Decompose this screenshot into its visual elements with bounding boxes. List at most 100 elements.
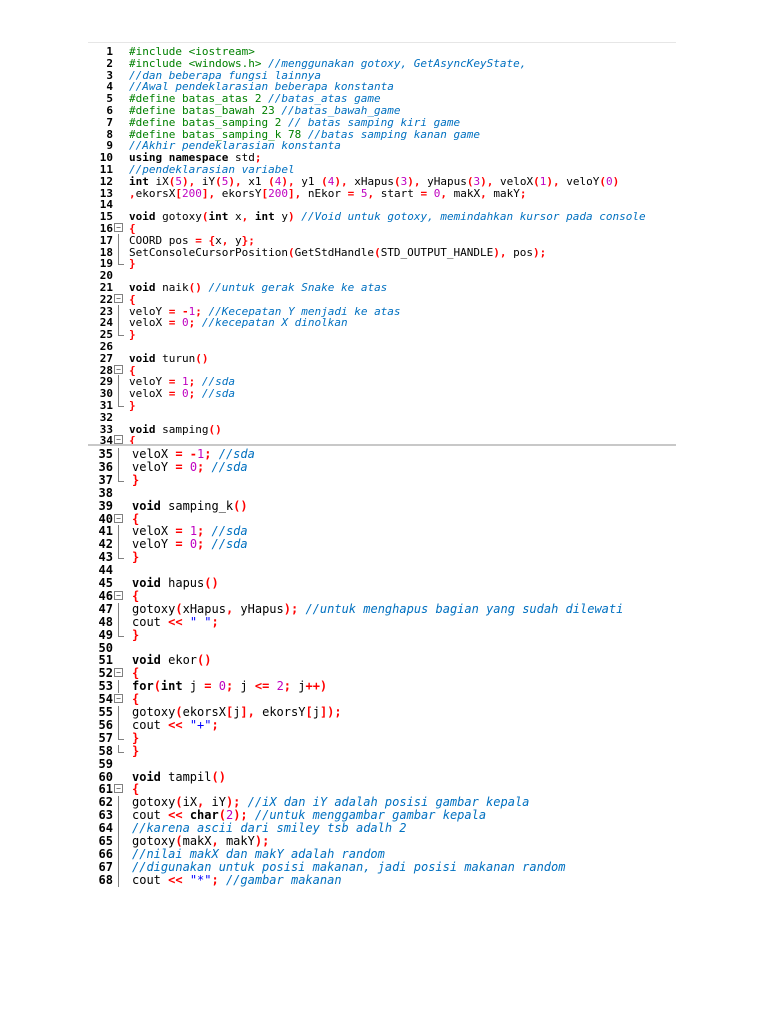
code-token: char bbox=[189, 808, 219, 823]
fold-toggle-icon[interactable]: − bbox=[114, 668, 123, 678]
fold-guide bbox=[118, 538, 119, 552]
code-line[interactable]: 48 cout << " "; bbox=[88, 614, 676, 629]
fold-toggle-icon[interactable]: − bbox=[114, 364, 123, 374]
code-token: , bbox=[197, 795, 212, 810]
code-token: int bbox=[160, 679, 190, 694]
code-token: 0 bbox=[189, 459, 198, 474]
code-text: } bbox=[132, 743, 140, 758]
code-line[interactable]: 60 void tampil() bbox=[88, 769, 676, 784]
code-line[interactable]: 37} bbox=[88, 473, 676, 487]
code-token: () bbox=[204, 576, 219, 590]
code-line[interactable]: 53 for(int j = 0; j <= 2; j++) bbox=[88, 680, 676, 694]
code-token: ; bbox=[225, 679, 241, 694]
code-token: ( bbox=[175, 834, 183, 848]
code-token: //karena ascii dari smiley tsb adalh 2 bbox=[132, 821, 407, 836]
code-token: gotoxy bbox=[132, 705, 176, 719]
code-token: //sda bbox=[211, 524, 248, 539]
code-token: //sda bbox=[218, 447, 255, 461]
code-line[interactable]: 39 void samping_k() bbox=[88, 498, 676, 513]
code-token: ; bbox=[197, 537, 212, 552]
code-token: ; bbox=[283, 679, 299, 694]
code-token: j bbox=[189, 679, 205, 694]
code-token: 1 bbox=[189, 524, 198, 539]
fold-guide bbox=[118, 706, 119, 719]
code-token: hapus bbox=[168, 576, 205, 590]
code-panel-top: 1 #include <iostream> 2 #include <windows.h… bbox=[88, 42, 676, 447]
fold-toggle-icon[interactable]: − bbox=[114, 513, 123, 523]
code-token: //nilai makX dan makY adalah random bbox=[132, 846, 385, 861]
code-token: ], bbox=[240, 705, 263, 719]
code-token: { bbox=[132, 511, 140, 526]
code-token: ( bbox=[175, 795, 183, 810]
code-token: ); bbox=[233, 808, 255, 823]
line-number: 56 bbox=[98, 717, 113, 732]
code-token: ); bbox=[283, 601, 306, 616]
code-token: //sda bbox=[211, 537, 248, 552]
code-token: = bbox=[204, 679, 219, 694]
fold-guide bbox=[118, 615, 119, 629]
line-number: 58 bbox=[98, 743, 113, 758]
code-line[interactable]: 36 veloY = 0; //sda bbox=[88, 459, 676, 474]
code-token: ]); bbox=[319, 705, 342, 719]
fold-toggle-icon[interactable]: − bbox=[114, 590, 123, 600]
code-text: void samping_k() bbox=[132, 498, 248, 513]
code-line[interactable]: 68 cout << "*"; //gambar makanan bbox=[88, 872, 676, 887]
code-line[interactable]: 43} bbox=[88, 551, 676, 564]
code-text: cout << "*"; //gambar makanan bbox=[132, 872, 342, 887]
code-token: ( bbox=[175, 601, 183, 616]
code-token: 0 bbox=[189, 537, 198, 552]
fold-guide bbox=[118, 448, 119, 461]
fold-end-marker bbox=[118, 473, 124, 482]
code-token: yHapus bbox=[240, 601, 284, 616]
code-token: ekorsY bbox=[262, 705, 306, 719]
code-token: cout bbox=[132, 614, 169, 629]
code-token: } bbox=[132, 743, 140, 758]
code-token: veloY bbox=[132, 537, 176, 552]
fold-end-marker bbox=[118, 628, 124, 637]
fold-end-marker bbox=[118, 551, 124, 560]
code-token: samping_k bbox=[168, 498, 234, 513]
code-token: ( bbox=[153, 679, 161, 694]
fold-toggle-icon[interactable]: − bbox=[114, 293, 123, 303]
code-line[interactable]: 51 void ekor() bbox=[88, 654, 676, 667]
code-token: ekor bbox=[168, 653, 198, 668]
code-token: veloY bbox=[132, 459, 176, 474]
code-token: } bbox=[132, 627, 140, 642]
code-line[interactable]: 42 veloY = 0; //sda bbox=[88, 537, 676, 552]
fold-guide bbox=[118, 525, 119, 539]
code-token: gotoxy bbox=[132, 601, 176, 616]
fold-guide bbox=[118, 680, 119, 694]
code-text: void tampil() bbox=[132, 769, 226, 784]
line-number: 67 bbox=[98, 859, 113, 874]
fold-toggle-icon[interactable]: − bbox=[114, 784, 123, 794]
code-token: [ bbox=[305, 705, 313, 719]
code-text: } bbox=[132, 627, 140, 642]
fold-end-marker bbox=[118, 731, 124, 740]
code-line[interactable]: 56 cout << "+"; bbox=[88, 717, 676, 732]
code-token: for bbox=[132, 679, 154, 694]
code-token: ( bbox=[218, 808, 226, 823]
fold-toggle-icon[interactable]: − bbox=[114, 694, 123, 704]
code-token: ; bbox=[204, 447, 219, 461]
code-token: j bbox=[312, 705, 320, 719]
code-token: () bbox=[211, 769, 226, 784]
fold-toggle-icon[interactable]: − bbox=[114, 223, 123, 232]
code-line[interactable]: 49} bbox=[88, 627, 676, 642]
line-number: 36 bbox=[98, 459, 113, 474]
code-token: iX bbox=[182, 795, 198, 810]
code-line[interactable]: 45 void hapus() bbox=[88, 577, 676, 590]
code-token: veloX bbox=[132, 447, 176, 461]
code-text: for(int j = 0; j <= 2; j++) bbox=[132, 680, 327, 693]
code-token: cout bbox=[132, 808, 169, 823]
code-token: ; bbox=[211, 872, 226, 887]
line-number: 68 bbox=[98, 872, 113, 887]
code-token: "+" bbox=[189, 717, 212, 732]
line-number: 46 bbox=[98, 588, 113, 603]
code-token: iY bbox=[211, 795, 226, 810]
fold-guide bbox=[118, 847, 119, 861]
code-token: void bbox=[132, 653, 169, 668]
code-line[interactable]: 57} bbox=[88, 731, 676, 745]
code-line[interactable]: 58} bbox=[88, 743, 676, 758]
code-token: gotoxy bbox=[132, 795, 176, 810]
code-token: = - bbox=[175, 447, 198, 461]
